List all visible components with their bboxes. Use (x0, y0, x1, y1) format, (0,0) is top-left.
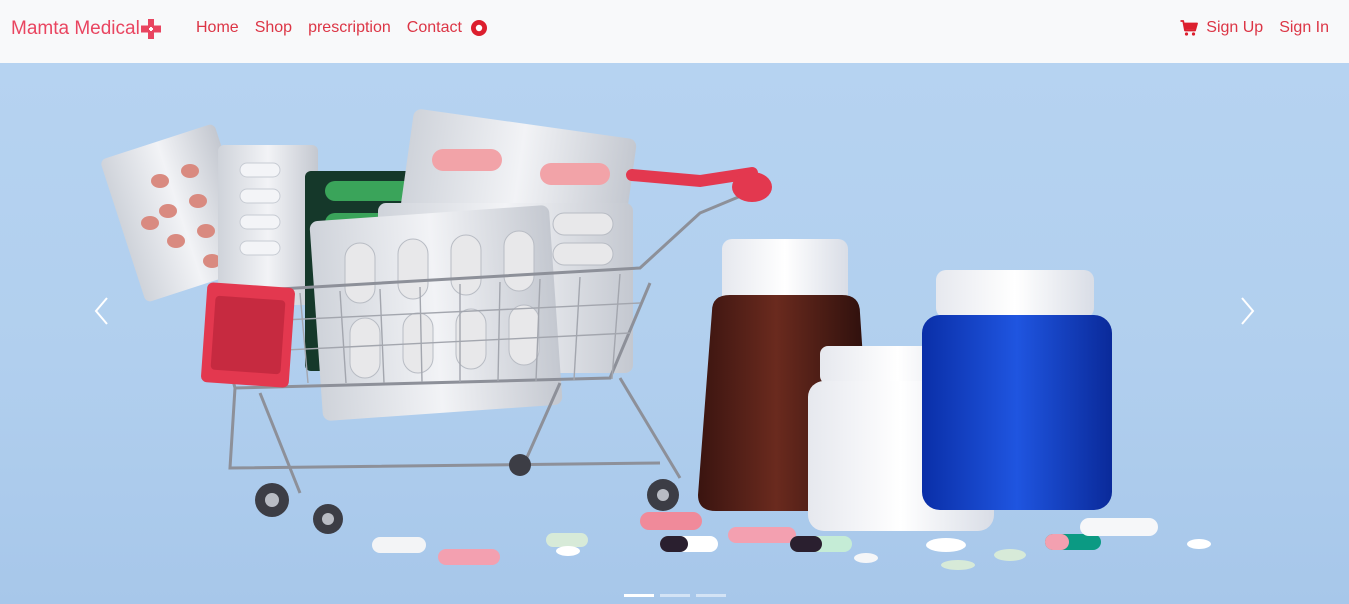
brand-name: Mamta Medical (11, 18, 140, 39)
nav-link-contact[interactable]: Contact (407, 18, 462, 38)
cart-icon[interactable] (1180, 19, 1199, 37)
carousel-indicator-2[interactable] (660, 594, 690, 597)
carousel-indicator-3[interactable] (696, 594, 726, 597)
nav-link-shop[interactable]: Shop (255, 18, 292, 38)
record-circle-icon[interactable] (470, 20, 487, 36)
chevron-right-icon (1241, 297, 1255, 325)
chevron-left-icon (94, 297, 108, 325)
brand-link[interactable]: Mamta Medical (11, 17, 161, 41)
signin-link[interactable]: Sign In (1279, 18, 1329, 38)
carousel-next-button[interactable] (1236, 293, 1260, 329)
hero-carousel (0, 63, 1349, 604)
signup-link[interactable]: Sign Up (1206, 18, 1263, 38)
nav-link-home[interactable]: Home (196, 18, 239, 38)
medical-cross-icon (140, 19, 161, 39)
nav-link-prescription[interactable]: prescription (308, 18, 391, 38)
nav-right: Sign Up Sign In (1180, 18, 1329, 38)
carousel-prev-button[interactable] (89, 293, 113, 329)
nav-links: Home Shop prescription Contact (196, 18, 487, 38)
navbar: Mamta Medical Home Shop prescription Con… (0, 0, 1349, 63)
carousel-indicators (624, 594, 732, 597)
carousel-slide-image (101, 109, 1211, 570)
carousel-indicator-1[interactable] (624, 594, 654, 597)
